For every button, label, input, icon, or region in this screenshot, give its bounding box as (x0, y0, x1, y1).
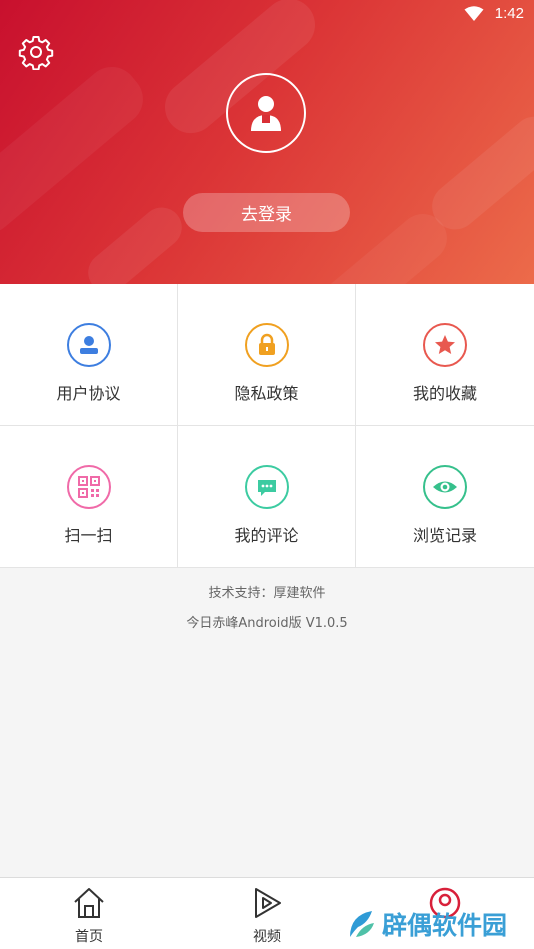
header-decoration (0, 56, 154, 244)
grid-item-label: 扫一扫 (64, 526, 113, 545)
settings-gear-icon[interactable] (18, 34, 54, 70)
play-icon (255, 888, 281, 918)
status-bar: 1:42 (0, 0, 534, 28)
user-badge-icon (66, 323, 111, 367)
watermark-leaf-icon (350, 911, 374, 937)
grid-item-label: 隐私政策 (234, 384, 299, 403)
grid-item-label: 用户协议 (56, 384, 121, 403)
nav-item-video[interactable]: 视频 (178, 878, 356, 949)
avatar[interactable] (226, 73, 306, 153)
grid-item-privacy-policy[interactable]: 隐私政策 (178, 284, 356, 426)
eye-icon (423, 465, 467, 509)
grid-item-user-agreement[interactable]: 用户协议 (0, 284, 178, 426)
function-grid: 用户协议 隐私政策 我的收藏 扫一扫 我的评论 浏览记录 (0, 284, 534, 568)
version-text: 今日赤峰Android版 V1.0.5 (186, 616, 348, 631)
watermark: 辟偶软件园 (348, 906, 507, 942)
grid-item-my-favorites[interactable]: 我的收藏 (356, 284, 534, 426)
qr-code-icon (66, 465, 111, 509)
wifi-icon (464, 6, 484, 21)
lock-icon (244, 323, 289, 367)
watermark-text: 辟偶软件园 (382, 911, 508, 940)
comment-icon (244, 465, 289, 509)
star-icon (423, 323, 467, 367)
nav-label: 首页 (75, 929, 103, 945)
login-button[interactable]: 去登录 (183, 193, 350, 232)
nav-item-home[interactable]: 首页 (0, 878, 178, 949)
grid-item-label: 我的收藏 (412, 384, 477, 403)
header-decoration (422, 107, 534, 239)
home-icon (74, 888, 104, 918)
tech-support-text: 技术支持：厚建软件 (208, 586, 326, 601)
grid-item-my-comments[interactable]: 我的评论 (178, 426, 356, 568)
grid-item-scan[interactable]: 扫一扫 (0, 426, 178, 568)
profile-header: 1:42 去登录 (0, 0, 534, 284)
grid-item-browse-history[interactable]: 浏览记录 (356, 426, 534, 568)
user-avatar-icon (251, 96, 281, 131)
status-time: 1:42 (494, 5, 524, 22)
app-info: 技术支持：厚建软件 今日赤峰Android版 V1.0.5 (0, 584, 534, 644)
grid-item-label: 浏览记录 (412, 526, 477, 545)
grid-item-label: 我的评论 (234, 526, 299, 545)
header-decoration (80, 199, 190, 284)
nav-label: 视频 (253, 929, 281, 945)
